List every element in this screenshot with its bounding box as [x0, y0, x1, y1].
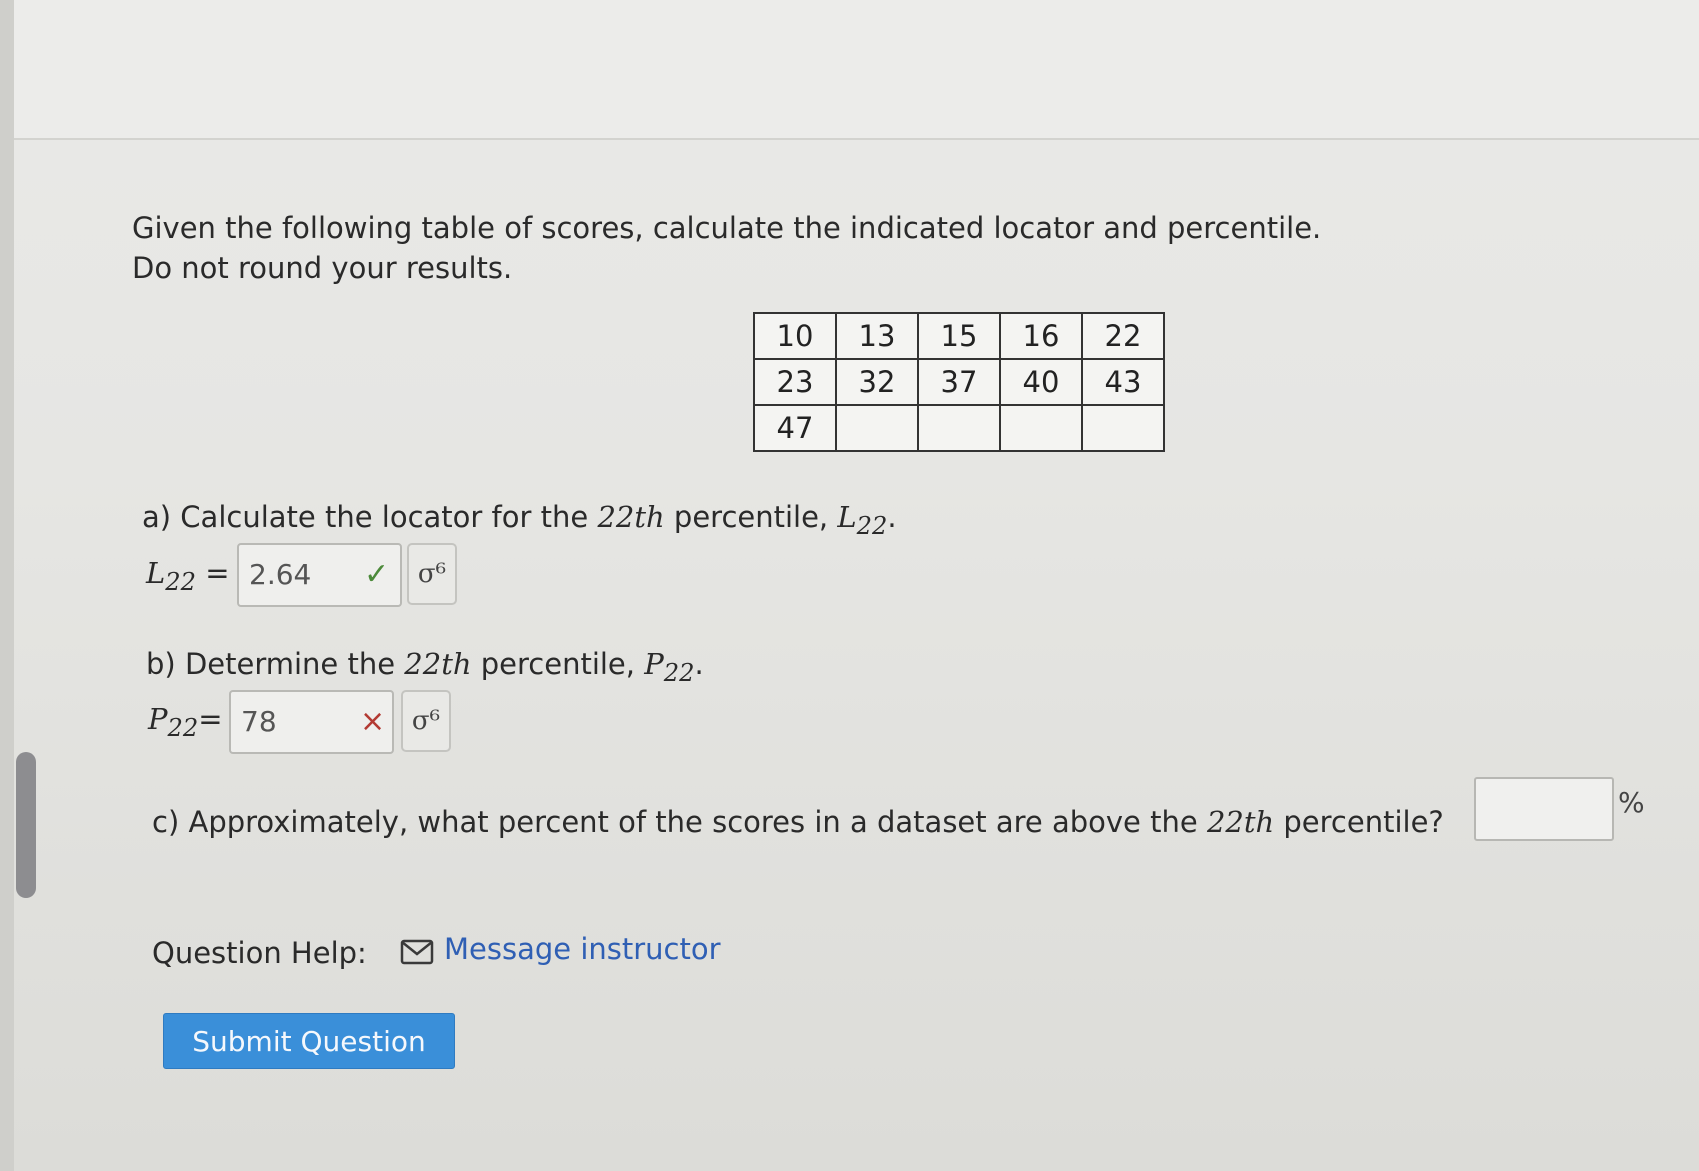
part-b-symbol: P: [644, 647, 664, 681]
part-a-prefix: a) Calculate the locator for the: [142, 500, 598, 534]
part-a-question: a) Calculate the locator for the 22th pe…: [142, 500, 897, 540]
scores-table: 10 13 15 16 22 23 32 37 40 43 47: [753, 312, 1165, 452]
part-c-prefix: c) Approximately, what percent of the sc…: [152, 805, 1207, 839]
mail-icon[interactable]: [400, 939, 434, 965]
table-cell: 16: [999, 312, 1083, 360]
submit-question-button[interactable]: Submit Question: [163, 1013, 455, 1069]
table-row: 10 13 15 16 22: [753, 312, 1165, 360]
table-row: 47: [753, 404, 1165, 452]
part-a-answer-label: L22 =: [146, 556, 230, 596]
preview-icon: σ⁶: [411, 706, 441, 736]
part-a-answer-value: 2.64: [249, 558, 312, 591]
part-c-percent-input[interactable]: [1474, 777, 1614, 841]
part-a-ordinal: 22th: [597, 500, 665, 534]
part-b-answer-value: 78: [241, 705, 277, 738]
part-b-label-equals: =: [198, 702, 223, 736]
table-cell: 13: [835, 312, 919, 360]
incorrect-cross-icon: ×: [360, 704, 386, 739]
table-cell: [999, 404, 1083, 452]
table-cell: 10: [753, 312, 837, 360]
question-prompt: Given the following table of scores, cal…: [132, 208, 1432, 288]
table-cell: [835, 404, 919, 452]
part-a-label-equals: =: [196, 556, 230, 590]
table-cell: 32: [835, 358, 919, 406]
part-a-middle: percentile,: [664, 500, 838, 534]
table-cell: [1081, 404, 1165, 452]
table-cell: 43: [1081, 358, 1165, 406]
part-c-question: c) Approximately, what percent of the sc…: [152, 805, 1444, 839]
part-b-ordinal: 22th: [404, 647, 472, 681]
part-a-label-symbol: L: [146, 556, 166, 590]
part-a-suffix: .: [887, 500, 897, 534]
prompt-line-1: Given the following table of scores, cal…: [132, 211, 1322, 245]
part-a-subscript: 22: [856, 511, 888, 540]
table-cell: 22: [1081, 312, 1165, 360]
table-cell: 23: [753, 358, 837, 406]
table-row: 23 32 37 40 43: [753, 358, 1165, 406]
question-help-label: Question Help:: [152, 936, 367, 970]
prompt-line-2: Do not round your results.: [132, 251, 513, 285]
part-b-middle: percentile,: [471, 647, 645, 681]
table-cell: 40: [999, 358, 1083, 406]
table-cell: 37: [917, 358, 1001, 406]
part-b-answer-label: P22=: [148, 702, 223, 742]
part-b-suffix: .: [694, 647, 704, 681]
part-c-ordinal: 22th: [1206, 805, 1275, 839]
part-b-preview-button[interactable]: σ⁶: [401, 690, 451, 752]
part-b-subscript: 22: [663, 658, 695, 687]
part-b-question: b) Determine the 22th percentile, P22.: [146, 647, 704, 687]
part-b-label-symbol: P: [148, 702, 168, 736]
table-cell: 15: [917, 312, 1001, 360]
part-c-suffix: percentile?: [1274, 805, 1444, 839]
question-content: Given the following table of scores, cal…: [0, 0, 1699, 1171]
part-b-prefix: b) Determine the: [146, 647, 405, 681]
table-cell: 47: [753, 404, 837, 452]
part-a-preview-button[interactable]: σ⁶: [407, 543, 457, 605]
part-b-label-subscript: 22: [167, 713, 199, 742]
message-instructor-link[interactable]: Message instructor: [444, 932, 721, 966]
table-cell: [917, 404, 1001, 452]
preview-icon: σ⁶: [417, 559, 447, 589]
part-a-label-subscript: 22: [165, 567, 197, 596]
percent-unit-label: %: [1618, 786, 1645, 819]
correct-check-icon: ✓: [364, 557, 390, 592]
part-a-symbol: L: [837, 500, 857, 534]
